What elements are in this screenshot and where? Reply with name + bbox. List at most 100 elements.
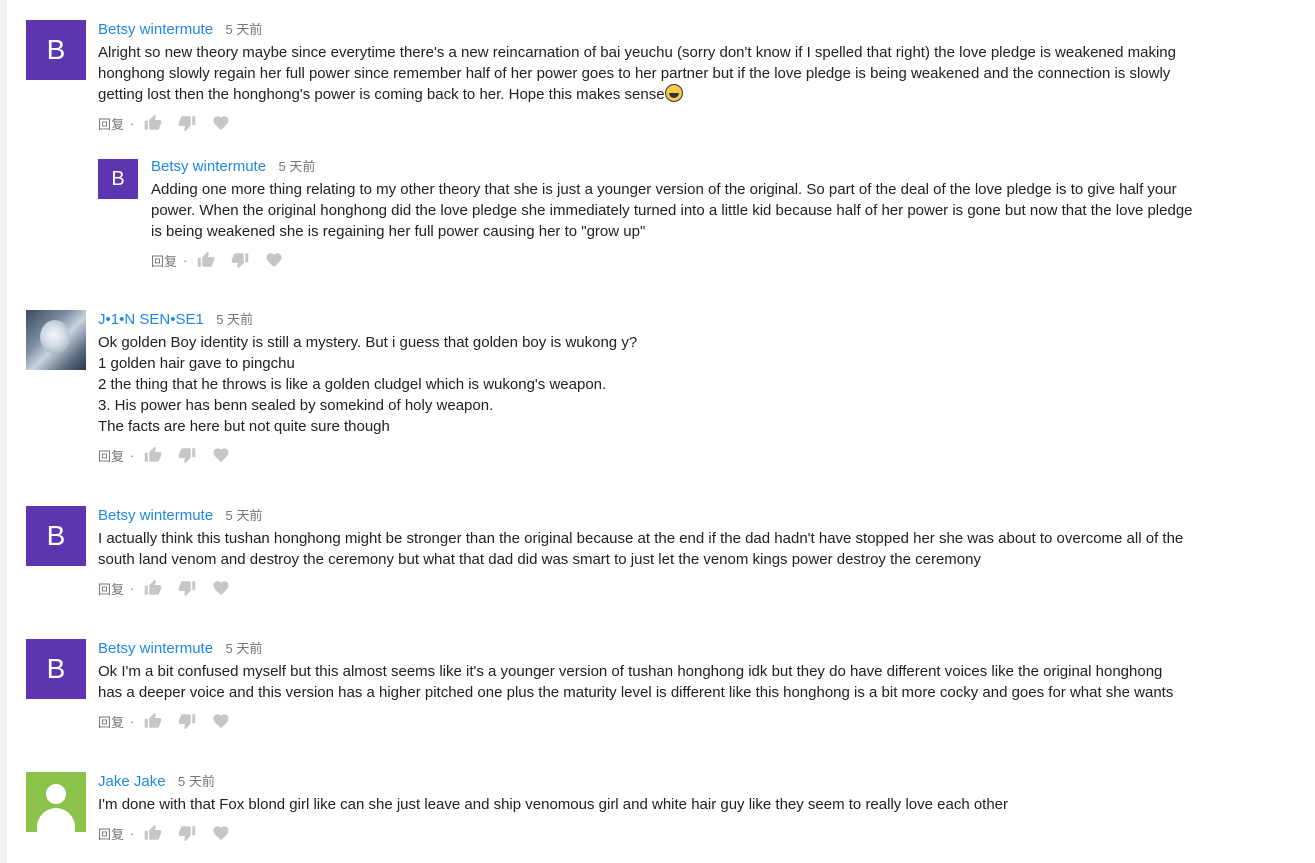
action-separator: ·	[130, 825, 135, 841]
heart-button[interactable]	[210, 711, 232, 731]
default-avatar-head	[46, 784, 66, 804]
reply-button[interactable]: 回复	[98, 114, 124, 133]
thumbs-up-icon	[144, 446, 162, 464]
avatar[interactable]: B	[26, 20, 86, 80]
comment-text-line: is being weakened she is regaining her f…	[151, 223, 646, 240]
thumbs-up-icon	[197, 251, 215, 269]
action-separator: ·	[130, 447, 135, 463]
author-name[interactable]: Betsy wintermute	[98, 507, 213, 524]
reply-button[interactable]: 回复	[98, 824, 124, 843]
thumbs-up-icon	[144, 579, 162, 597]
comment-text-line: getting lost then the honghong's power i…	[98, 84, 1295, 105]
comment-text: I'm done with that Fox blond girl like c…	[98, 794, 1295, 815]
heart-button[interactable]	[210, 823, 232, 843]
thumbs-down-icon	[178, 446, 196, 464]
like-button[interactable]	[142, 445, 164, 465]
avatar[interactable]	[26, 772, 86, 832]
dislike-button[interactable]	[176, 113, 198, 133]
timestamp[interactable]: 5 天前	[279, 159, 316, 174]
thumbs-down-icon	[178, 114, 196, 132]
comment-text-fragment: getting lost then the honghong's power i…	[98, 86, 665, 103]
comment-body: Betsy wintermute 5 天前 Ok I'm a bit confu…	[98, 639, 1295, 731]
dislike-button[interactable]	[229, 250, 251, 270]
timestamp[interactable]: 5 天前	[226, 22, 263, 37]
reply-button[interactable]: 回复	[98, 712, 124, 731]
like-button[interactable]	[142, 578, 164, 598]
avatar[interactable]: B	[26, 639, 86, 699]
comment-text-line: I actually think this tushan honghong mi…	[98, 530, 1184, 547]
author-name[interactable]: Betsy wintermute	[98, 640, 213, 657]
comment-actions: 回复 ·	[98, 823, 1295, 843]
comment-body: Betsy wintermute 5 天前 Alright so new the…	[98, 20, 1295, 133]
dislike-button[interactable]	[176, 823, 198, 843]
author-name[interactable]: Jake Jake	[98, 773, 166, 790]
timestamp[interactable]: 5 天前	[226, 508, 263, 523]
comment-actions: 回复 ·	[151, 250, 1295, 270]
action-separator: ·	[130, 580, 135, 596]
comment-text-line: 1 golden hair gave to pingchu	[98, 355, 295, 372]
comment-actions: 回复 ·	[98, 445, 1295, 465]
comment-body: Jake Jake 5 天前 I'm done with that Fox bl…	[98, 772, 1295, 843]
comment-text-line: I'm done with that Fox blond girl like c…	[98, 796, 1009, 813]
author-name[interactable]: J•1•N SEN•SE1	[98, 311, 204, 328]
heart-icon	[265, 251, 283, 269]
avatar[interactable]	[26, 310, 86, 370]
like-button[interactable]	[195, 250, 217, 270]
comment-text-line: has a deeper voice and this version has …	[98, 684, 1174, 701]
comment-body: Betsy wintermute 5 天前 Adding one more th…	[151, 157, 1295, 270]
author-name[interactable]: Betsy wintermute	[151, 158, 266, 175]
left-edge-strip	[0, 0, 7, 863]
heart-button[interactable]	[210, 445, 232, 465]
thumbs-down-icon	[178, 824, 196, 842]
comment-text-line: Ok I'm a bit confused myself but this al…	[98, 663, 1163, 680]
comment-text-line: The facts are here but not quite sure th…	[98, 418, 390, 435]
heart-button[interactable]	[210, 578, 232, 598]
comment-header: Jake Jake 5 天前	[98, 772, 1295, 792]
comment-actions: 回复 ·	[98, 711, 1295, 731]
comment-text-line: south land venom and destroy the ceremon…	[98, 551, 981, 568]
heart-icon	[212, 114, 230, 132]
comment-text-line: honghong slowly regain her full power si…	[98, 65, 1171, 82]
thumbs-up-icon	[144, 114, 162, 132]
comment-header: Betsy wintermute 5 天前	[98, 639, 1295, 659]
comment-text-line: Adding one more thing relating to my oth…	[151, 181, 1177, 198]
comment-text-line: Ok golden Boy identity is still a myster…	[98, 334, 638, 351]
reply-button[interactable]: 回复	[98, 579, 124, 598]
heart-icon	[212, 446, 230, 464]
heart-button[interactable]	[210, 113, 232, 133]
timestamp[interactable]: 5 天前	[226, 641, 263, 656]
dislike-button[interactable]	[176, 578, 198, 598]
avatar-image	[40, 320, 70, 354]
comment-header: Betsy wintermute 5 天前	[98, 20, 1295, 40]
like-button[interactable]	[142, 711, 164, 731]
comment-text-line: power. When the original honghong did th…	[151, 202, 1193, 219]
action-separator: ·	[130, 115, 135, 131]
avatar[interactable]: B	[98, 159, 138, 199]
comment-text-line: 3. His power has benn sealed by somekind…	[98, 397, 494, 414]
timestamp[interactable]: 5 天前	[216, 312, 253, 327]
dislike-button[interactable]	[176, 711, 198, 731]
comment-body: J•1•N SEN•SE1 5 天前 Ok golden Boy identit…	[98, 310, 1295, 465]
reply-button[interactable]: 回复	[98, 446, 124, 465]
like-button[interactable]	[142, 823, 164, 843]
comment-text: Ok golden Boy identity is still a myster…	[98, 332, 1295, 437]
reply-button[interactable]: 回复	[151, 251, 177, 270]
comment-text: Alright so new theory maybe since everyt…	[98, 42, 1295, 105]
thumbs-up-icon	[144, 824, 162, 842]
comment-actions: 回复 ·	[98, 113, 1295, 133]
comment-text-line: Alright so new theory maybe since everyt…	[98, 44, 1176, 61]
author-name[interactable]: Betsy wintermute	[98, 21, 213, 38]
heart-icon	[212, 712, 230, 730]
thumbs-down-icon	[178, 712, 196, 730]
heart-button[interactable]	[263, 250, 285, 270]
like-button[interactable]	[142, 113, 164, 133]
comment-header: J•1•N SEN•SE1 5 天前	[98, 310, 1295, 330]
heart-icon	[212, 579, 230, 597]
action-separator: ·	[130, 713, 135, 729]
timestamp[interactable]: 5 天前	[178, 774, 215, 789]
comment-text: Ok I'm a bit confused myself but this al…	[98, 661, 1295, 703]
thumbs-down-icon	[231, 251, 249, 269]
avatar[interactable]: B	[26, 506, 86, 566]
dislike-button[interactable]	[176, 445, 198, 465]
heart-icon	[212, 824, 230, 842]
